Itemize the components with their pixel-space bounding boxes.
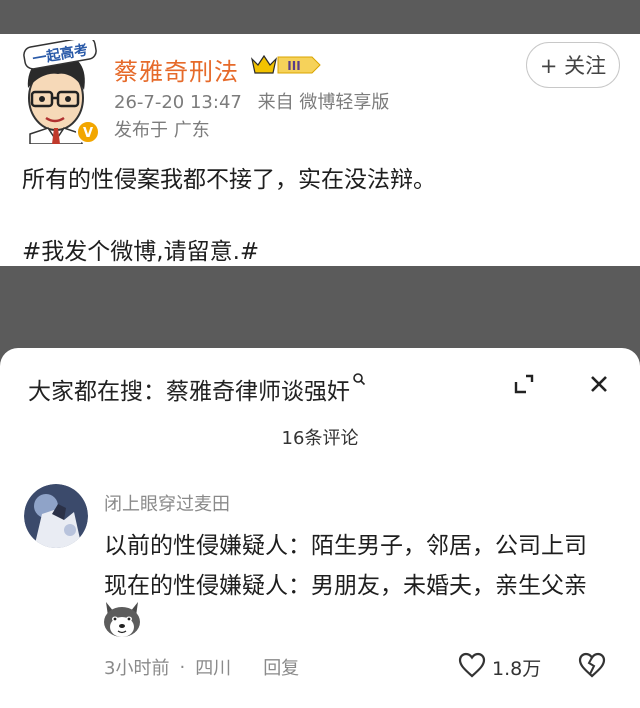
search-hint[interactable]: 大家都在搜：蔡雅奇律师谈强奸 bbox=[28, 372, 366, 406]
reply-button[interactable]: 回复 bbox=[263, 654, 299, 680]
comment-text-line-1: 以前的性侵嫌疑人：陌生男子，邻居，公司上司 bbox=[104, 533, 587, 559]
husky-emoji-icon bbox=[104, 602, 140, 637]
weibo-post-card: 一起高考 V 蔡雅奇刑法 III 26-7-20 13:47 来自 微博轻享版 … bbox=[0, 34, 640, 266]
expand-icon[interactable] bbox=[512, 372, 536, 396]
post-topic-link[interactable]: #我发个微博,请留意.# bbox=[22, 232, 259, 266]
search-hint-text: 大家都在搜：蔡雅奇律师谈强奸 bbox=[28, 379, 350, 405]
crown-icon bbox=[250, 54, 278, 74]
comment-text-line-2: 现在的性侵嫌疑人：男朋友，未婚夫，亲生父亲 bbox=[104, 573, 587, 599]
comment-time: 3小时前 bbox=[104, 658, 170, 679]
post-source: 来自 微博轻享版 bbox=[257, 92, 390, 113]
comment-location: 四川 bbox=[195, 658, 232, 679]
author-name[interactable]: 蔡雅奇刑法 bbox=[114, 52, 239, 87]
close-icon[interactable] bbox=[587, 372, 611, 396]
comment-footer: 3小时前 · 四川 回复 bbox=[104, 654, 299, 680]
verified-mark: V bbox=[83, 126, 93, 141]
post-text: 所有的性侵案我都不接了，实在没法辩。 bbox=[22, 167, 436, 193]
level-badge-text: III bbox=[287, 59, 300, 73]
separator-dot: · bbox=[179, 656, 186, 678]
follow-button[interactable]: + 关注 bbox=[526, 42, 620, 88]
commenter-avatar[interactable] bbox=[24, 484, 88, 548]
author-avatar[interactable]: 一起高考 V bbox=[18, 40, 102, 144]
comments-sheet: 大家都在搜：蔡雅奇律师谈强奸 16条评论 闭上眼穿过麦田 以前的性侵嫌疑人：陌生… bbox=[0, 348, 640, 708]
broken-heart-icon[interactable] bbox=[578, 652, 606, 678]
post-meta: 26-7-20 13:47 来自 微博轻享版 bbox=[114, 88, 399, 114]
post-timestamp: 26-7-20 13:47 bbox=[114, 92, 242, 113]
like-count: 1.8万 bbox=[492, 658, 542, 680]
comment-count: 16条评论 bbox=[281, 428, 359, 449]
commenter-username[interactable]: 闭上眼穿过麦田 bbox=[104, 490, 230, 516]
level-badge[interactable]: III bbox=[250, 53, 322, 77]
post-location: 发布于 广东 bbox=[114, 120, 210, 141]
like-heart-icon[interactable] bbox=[458, 652, 486, 678]
search-icon bbox=[353, 373, 366, 386]
